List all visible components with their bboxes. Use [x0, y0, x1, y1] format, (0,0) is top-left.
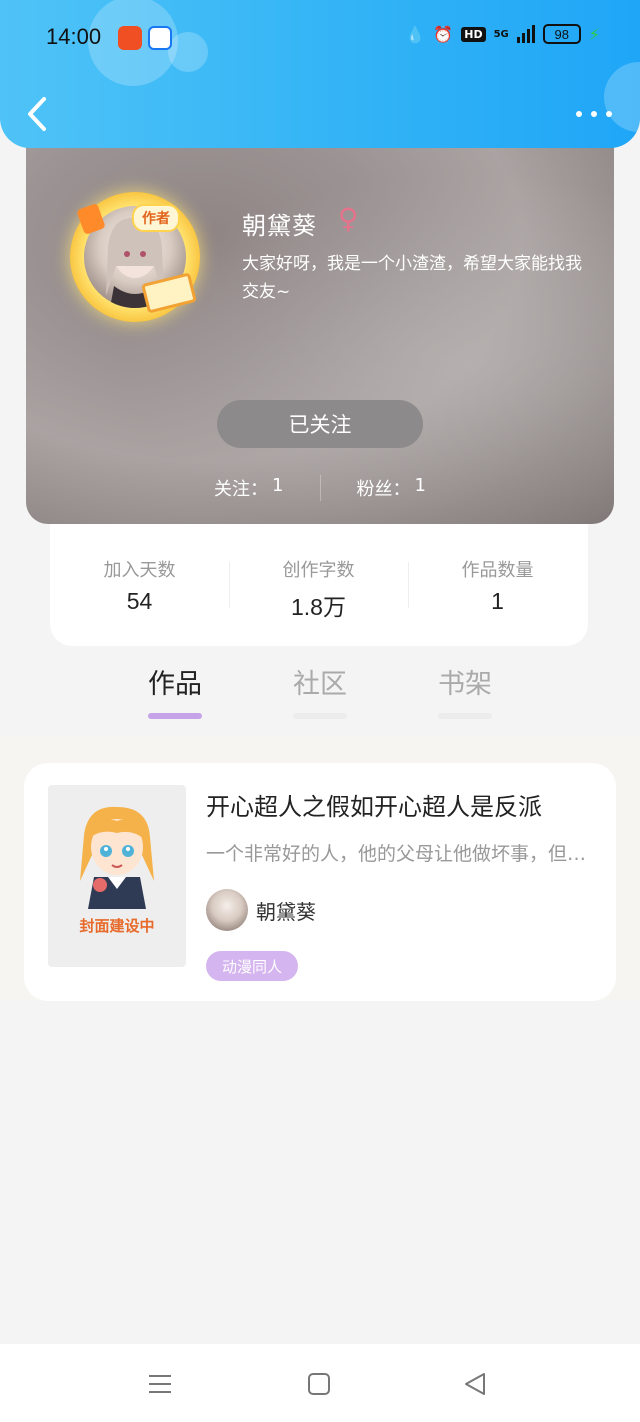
tab-indicator: [293, 713, 347, 719]
tab-label: 作品: [148, 669, 202, 700]
status-icons: 💧 ⏰ HD 5G 98 ⚡: [405, 24, 600, 44]
stat-value: 54: [126, 588, 153, 614]
system-nav-bar: [0, 1344, 640, 1422]
stat-label: 加入天数: [103, 560, 176, 581]
profile-bio: 大家好呀，我是一个小渣渣，希望大家能找我交友~: [242, 254, 582, 302]
tab-indicator: [148, 713, 202, 719]
stat-value: 1.8万: [291, 594, 346, 620]
profile-tabs: 作品 社区 书架: [0, 662, 640, 726]
work-description: 一个非常好的人，他的父母让他做坏事，但是他却不想做坏事: [206, 843, 596, 865]
water-drop-icon: 💧: [405, 24, 426, 44]
more-dots-icon: [576, 111, 582, 117]
work-title[interactable]: 开心超人之假如开心超人是反派: [206, 787, 542, 822]
followers-stat[interactable]: 粉丝： 1: [321, 475, 462, 501]
tab-label: 书架: [438, 669, 492, 700]
profile-card: 作者 朝黛葵 ♀ 大家好呀，我是一个小渣渣，希望大家能找我交友~ 已关注 关注：…: [26, 120, 614, 524]
tab-works[interactable]: 作品: [120, 662, 230, 719]
charging-icon: ⚡: [588, 24, 600, 44]
follow-button[interactable]: 已关注: [217, 400, 423, 448]
female-gender-icon: ♀: [338, 202, 359, 235]
stat-join-days: 加入天数 54: [50, 556, 229, 622]
alarm-icon: ⏰: [433, 24, 454, 44]
more-button[interactable]: [576, 100, 612, 128]
tab-indicator: [438, 713, 492, 719]
home-square-icon: [308, 1373, 330, 1395]
signal-icon: [516, 25, 535, 43]
following-stat[interactable]: 关注： 1: [178, 475, 319, 501]
app-notification-icon: [148, 26, 172, 50]
back-triangle-icon: [465, 1373, 485, 1395]
back-button[interactable]: [20, 92, 54, 136]
book-cover[interactable]: 封面建设中: [48, 785, 186, 967]
work-author[interactable]: 朝黛葵: [206, 889, 316, 931]
back-nav-button[interactable]: [460, 1368, 492, 1400]
stat-label: 创作字数: [282, 560, 355, 581]
stat-label: 作品数量: [461, 560, 534, 581]
battery-icon: 98: [542, 24, 581, 44]
profile-username: 朝黛葵: [242, 212, 317, 240]
genre-tag[interactable]: 动漫同人: [206, 951, 299, 981]
status-time: 14:00: [46, 24, 102, 49]
work-card[interactable]: 封面建设中 开心超人之假如开心超人是反派 一个非常好的人，他的父母让他做坏事，但…: [24, 763, 616, 1001]
cover-mascot-icon: [80, 806, 154, 909]
stat-value: 1: [491, 588, 504, 614]
tab-bookshelf[interactable]: 书架: [410, 662, 520, 719]
followers-label: 粉丝：: [356, 479, 411, 500]
tab-label: 社区: [293, 669, 347, 700]
app-notification-icon: [118, 26, 142, 50]
followers-count: 1: [414, 475, 426, 496]
menu-nav-button[interactable]: [144, 1368, 176, 1400]
following-count: 1: [272, 475, 284, 496]
author-name: 朝黛葵: [256, 899, 316, 924]
top-header: 14:00 💧 ⏰ HD 5G 98 ⚡: [0, 0, 640, 148]
tab-community[interactable]: 社区: [265, 662, 375, 719]
menu-icon: [149, 1375, 171, 1393]
stat-works-count: 作品数量 1: [408, 556, 587, 622]
cover-placeholder-text: 封面建设中: [79, 917, 155, 935]
author-avatar: [206, 889, 248, 931]
network-label: 5G: [493, 28, 509, 40]
follow-stats: 关注： 1 粉丝： 1: [26, 470, 614, 506]
home-nav-button[interactable]: [303, 1368, 335, 1400]
author-badge: 作者: [132, 204, 180, 232]
hd-icon: HD: [461, 26, 486, 42]
following-label: 关注：: [214, 479, 269, 500]
stat-word-count: 创作字数 1.8万: [229, 556, 408, 622]
chevron-left-icon: [28, 97, 46, 131]
status-bar: 14:00 💧 ⏰ HD 5G 98 ⚡: [0, 18, 640, 58]
stats-row: 加入天数 54 创作字数 1.8万 作品数量 1: [50, 556, 588, 622]
